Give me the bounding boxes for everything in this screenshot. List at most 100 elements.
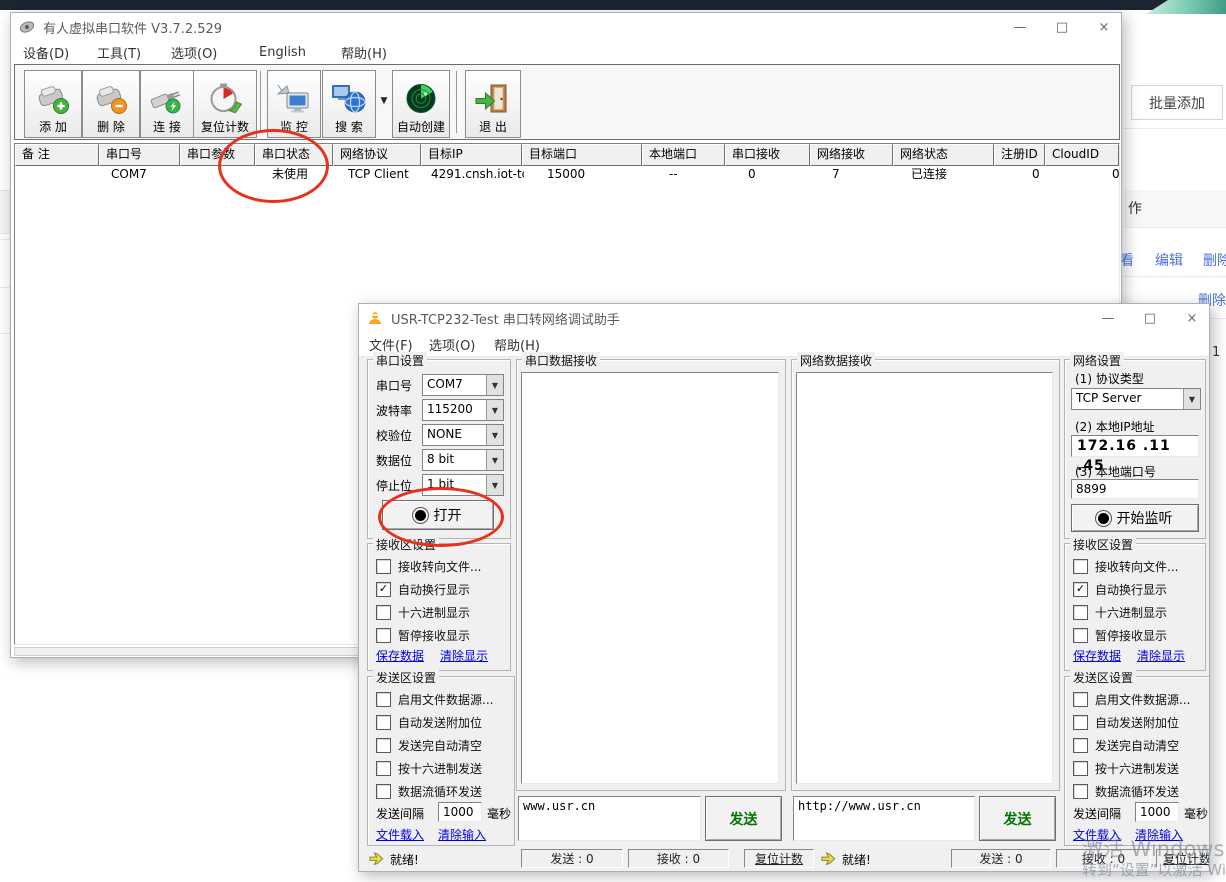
batch-add-button[interactable]: 批量添加 [1131,85,1223,120]
checkbox-pause-recv[interactable]: 暂停接收显示 [1073,627,1167,643]
menu-help[interactable]: 帮助(H) [494,335,540,354]
checkbox-file-source[interactable]: 启用文件数据源... [1073,691,1190,707]
search-device-button[interactable]: 搜 索 [322,70,376,138]
checkbox-auto-wrap[interactable]: 自动换行显示 [1073,581,1167,597]
serial-send-input[interactable]: www.usr.cn [518,796,701,841]
save-data-link[interactable]: 保存数据 [376,647,424,664]
delete-vcom-button[interactable]: 删 除 [82,70,140,138]
serial-send-button[interactable]: 发送 [705,796,782,841]
send-interval-input[interactable]: 1000 [438,802,482,822]
checkbox-auto-wrap[interactable]: 自动换行显示 [376,581,470,597]
local-port-input[interactable]: 8899 [1071,479,1199,499]
clear-display-link[interactable]: 清除显示 [1137,647,1185,664]
checkbox[interactable] [376,761,391,776]
col-com-recv[interactable]: 串口接收 [725,144,810,166]
checkbox[interactable] [376,715,391,730]
open-port-button[interactable]: 打开 [382,500,494,530]
col-local-port[interactable]: 本地端口 [642,144,725,166]
clear-display-link[interactable]: 清除显示 [440,647,488,664]
clear-input-link[interactable]: 清除输入 [1135,826,1183,843]
checkbox-auto-append[interactable]: 自动发送附加位 [376,714,482,730]
col-net-protocol[interactable]: 网络协议 [333,144,421,166]
exit-button[interactable]: 退 出 [465,70,521,138]
parity-select[interactable]: NONE▼ [422,424,504,446]
checkbox-send-hex[interactable]: 按十六进制发送 [1073,760,1179,776]
col-net-state[interactable]: 网络状态 [893,144,994,166]
minimize-button[interactable]: — [1011,20,1029,35]
checkbox[interactable] [376,628,391,643]
network-reset-count-button[interactable]: 复位计数 [1156,849,1210,868]
protocol-type-select[interactable]: TCP Server▼ [1071,388,1201,410]
auto-create-button[interactable]: 自动创建 [392,70,450,138]
col-remark[interactable]: 备 注 [15,144,99,166]
col-target-port[interactable]: 目标端口 [522,144,642,166]
close-button[interactable]: × [1095,20,1113,35]
stop-bits-select[interactable]: 1 bit▼ [422,474,504,496]
checkbox[interactable] [1073,784,1088,799]
menu-help[interactable]: 帮助(H) [341,43,387,62]
maximize-button[interactable]: □ [1141,311,1159,326]
network-send-input[interactable]: http://www.usr.cn [793,796,975,841]
checkbox-hex-display[interactable]: 十六进制显示 [376,604,470,620]
menu-device[interactable]: 设备(D) [23,43,69,62]
checkbox-file-source[interactable]: 启用文件数据源... [376,691,493,707]
add-vcom-button[interactable]: 添 加 [24,70,82,138]
load-file-link[interactable]: 文件载入 [376,826,424,843]
checkbox[interactable] [1073,628,1088,643]
col-net-recv[interactable]: 网络接收 [810,144,893,166]
col-com-port[interactable]: 串口号 [99,144,180,166]
checkbox-auto-append[interactable]: 自动发送附加位 [1073,714,1179,730]
view-link-fragment[interactable]: 看 [1120,250,1134,270]
checkbox[interactable] [376,692,391,707]
checkbox-recv-to-file[interactable]: 接收转向文件... [376,558,481,574]
network-recv-area[interactable] [796,372,1053,784]
network-send-button[interactable]: 发送 [979,796,1056,841]
data-bits-select[interactable]: 8 bit▼ [422,449,504,471]
com-port-select[interactable]: COM7▼ [422,374,504,396]
send-interval-input[interactable]: 1000 [1135,802,1179,822]
close-button[interactable]: × [1183,311,1201,326]
checkbox[interactable] [1073,761,1088,776]
checkbox[interactable] [376,559,391,574]
checkbox[interactable] [376,784,391,799]
checkbox[interactable] [1073,582,1088,597]
serial-reset-count-button[interactable]: 复位计数 [744,849,814,868]
load-file-link[interactable]: 文件载入 [1073,826,1121,843]
checkbox[interactable] [1073,559,1088,574]
start-listen-button[interactable]: 开始监听 [1071,504,1199,532]
search-dropdown-arrow[interactable]: ▼ [377,91,391,111]
delete-link[interactable]: 删除 [1203,250,1226,270]
checkbox[interactable] [1073,715,1088,730]
minimize-button[interactable]: — [1099,311,1117,326]
checkbox[interactable] [1073,738,1088,753]
col-com-params[interactable]: 串口参数 [180,144,255,166]
clear-input-link[interactable]: 清除输入 [438,826,486,843]
menu-options[interactable]: 选项(O) [171,43,217,62]
checkbox[interactable] [1073,692,1088,707]
menu-options[interactable]: 选项(O) [429,335,475,354]
checkbox[interactable] [376,738,391,753]
local-ip-input[interactable]: 172.16 .11 .45 [1071,435,1199,457]
checkbox-hex-display[interactable]: 十六进制显示 [1073,604,1167,620]
checkbox-clear-after-send[interactable]: 发送完自动清空 [1073,737,1179,753]
col-com-state[interactable]: 串口状态 [255,144,333,166]
menu-english[interactable]: English [259,45,306,60]
checkbox-send-hex[interactable]: 按十六进制发送 [376,760,482,776]
edit-link[interactable]: 编辑 [1155,250,1183,270]
checkbox[interactable] [376,582,391,597]
reset-count-button[interactable]: 复位计数 [193,70,257,138]
maximize-button[interactable]: □ [1053,20,1071,35]
serial-recv-area[interactable] [521,372,779,784]
baud-rate-select[interactable]: 115200▼ [422,399,504,421]
menu-file[interactable]: 文件(F) [369,335,413,354]
checkbox-pause-recv[interactable]: 暂停接收显示 [376,627,470,643]
monitor-button[interactable]: 监 控 [267,70,321,138]
checkbox-recv-to-file[interactable]: 接收转向文件... [1073,558,1178,574]
connect-button[interactable]: 连 接 [140,70,194,138]
col-target-ip[interactable]: 目标IP [421,144,522,166]
checkbox-loop-send[interactable]: 数据流循环发送 [1073,783,1179,799]
checkbox[interactable] [376,605,391,620]
col-cloud-id[interactable]: CloudID [1045,144,1119,166]
checkbox-loop-send[interactable]: 数据流循环发送 [376,783,482,799]
table-row[interactable]: COM7 未使用 TCP Client 4291.cnsh.iot-tc... … [15,165,1119,183]
